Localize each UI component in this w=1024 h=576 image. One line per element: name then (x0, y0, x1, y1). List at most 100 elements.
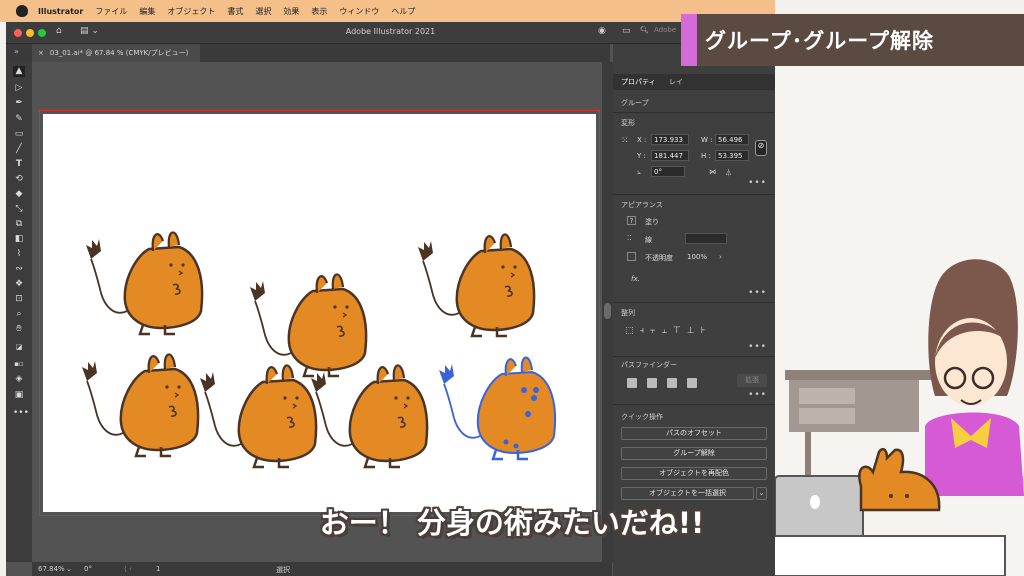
hand-tool-icon[interactable]: ✋︎ (13, 324, 25, 335)
artwork (80, 231, 557, 469)
artboard-number-field[interactable]: 1 (156, 565, 160, 573)
creature[interactable] (248, 273, 368, 378)
width-tool-icon[interactable]: ⧉ (13, 219, 25, 230)
selection-type-label: グループ (621, 99, 649, 107)
menu-select[interactable]: 選択 (255, 6, 271, 17)
share-icon[interactable]: ◉ (598, 26, 606, 39)
screen-mode-icon[interactable]: ▣ (13, 390, 25, 401)
y-field[interactable]: 181.447 (651, 150, 689, 161)
fill-swatch[interactable]: ? (627, 216, 636, 225)
fill-stroke-swatch-icon[interactable]: ◪ (13, 342, 25, 353)
exclude-icon[interactable] (687, 378, 697, 388)
opacity-label: 不透明度 (645, 254, 673, 262)
close-tab-icon[interactable]: × (38, 49, 44, 57)
eyedropper-tool-icon[interactable]: ⌇ (13, 249, 25, 260)
creature[interactable] (309, 364, 429, 469)
menu-object[interactable]: オブジェクト (167, 6, 215, 17)
minus-front-icon[interactable] (647, 378, 657, 388)
eraser-tool-icon[interactable]: ◆ (13, 189, 25, 200)
zoom-level-field[interactable]: 67.84% (38, 565, 65, 573)
flip-vertical-icon[interactable]: ⏃ (725, 168, 732, 178)
y-label: Y : (637, 152, 646, 160)
w-label: W : (701, 136, 713, 144)
select-same-button[interactable]: オブジェクトを一括選択 (621, 487, 754, 500)
more-tools-icon[interactable]: ••• (13, 408, 29, 419)
direct-selection-tool-icon[interactable]: ▷ (13, 83, 25, 94)
menu-file[interactable]: ファイル (95, 6, 127, 17)
opacity-field[interactable]: 100% (687, 253, 707, 261)
panel-collapse-icon[interactable]: » (14, 47, 19, 56)
angle-field[interactable]: 0° (651, 166, 685, 177)
artboard[interactable] (39, 110, 600, 516)
creature[interactable] (416, 233, 536, 338)
creature[interactable] (198, 364, 318, 469)
align-buttons[interactable]: ⬚⫞⫟⫠⊤⊥⊦ (625, 326, 711, 336)
artboard-tool-icon[interactable]: ⊡ (13, 294, 25, 305)
ungroup-button[interactable]: グループ解除 (621, 447, 767, 460)
zoom-dropdown-icon[interactable]: ⌄ (66, 565, 72, 573)
opacity-arrow-icon[interactable]: › (719, 253, 722, 261)
select-same-dropdown-icon[interactable]: ⌄ (756, 487, 767, 500)
creature[interactable] (80, 353, 200, 458)
reference-point-icon[interactable]: ⁙ (621, 136, 629, 146)
x-field[interactable]: 173.933 (651, 134, 689, 145)
panel-tabs: プロパティ レイ (613, 74, 775, 90)
menu-app-name[interactable]: Illustrator (38, 7, 83, 16)
menu-effect[interactable]: 効果 (283, 6, 299, 17)
more-icon[interactable]: ••• (748, 288, 767, 298)
artboard-nav-icon[interactable]: ⟨ ‹ (124, 565, 132, 573)
more-icon[interactable]: ••• (748, 390, 767, 400)
curvature-tool-icon[interactable]: ✎ (13, 114, 25, 125)
document-tab[interactable]: × 03_01.ai* @ 67.84 % (CMYK/プレビュー) (32, 44, 200, 62)
vertical-scrollbar[interactable] (602, 62, 613, 562)
scrollbar-thumb[interactable] (604, 303, 611, 319)
document-tab-label: 03_01.ai* @ 67.84 % (CMYK/プレビュー) (49, 49, 189, 57)
drawing-mode-icon[interactable]: ◈ (13, 374, 25, 385)
menu-view[interactable]: 表示 (311, 6, 327, 17)
selected-creature-group[interactable] (439, 356, 557, 461)
unite-icon[interactable] (627, 378, 637, 388)
rectangle-tool-icon[interactable]: ▭ (13, 129, 25, 140)
more-icon[interactable]: ••• (748, 178, 767, 188)
menu-type[interactable]: 書式 (227, 6, 243, 17)
more-icon[interactable]: ••• (748, 342, 767, 352)
search-icon[interactable]: 🔍︎ (640, 26, 649, 39)
gradient-tool-icon[interactable]: ◧ (13, 234, 25, 245)
search-input[interactable]: Adobe (654, 26, 676, 39)
symbol-tool-icon[interactable]: ❖ (13, 279, 25, 290)
rotation-field[interactable]: 0° (84, 565, 92, 573)
zoom-tool-icon[interactable]: ⌕ (13, 309, 25, 320)
subtitle-caption: おー！ 分身の術みたいだね!! (319, 506, 705, 540)
fx-icon[interactable]: fx. (631, 275, 640, 283)
paintbrush-tool-icon[interactable]: ╱ (13, 144, 25, 155)
stroke-weight-field[interactable] (685, 233, 727, 244)
tab-layers[interactable]: レイ (669, 77, 683, 87)
stroke-swatch[interactable]: ⁚⁚ (627, 234, 631, 242)
selection-tool-icon[interactable]: ▲ (13, 66, 25, 77)
recolor-button[interactable]: オブジェクトを再配色 (621, 467, 767, 480)
expand-button[interactable]: 拡張 (737, 374, 767, 387)
h-field[interactable]: 53.395 (715, 150, 749, 161)
offset-path-button[interactable]: パスのオフセット (621, 427, 767, 440)
color-mode-icon[interactable]: ▪▫ (13, 359, 25, 370)
quick-actions-heading: クイック操作 (621, 413, 663, 421)
tools-panel: ▲ ▷ ✒ ✎ ▭ ╱ T ⟲ ◆ ⤡ ⧉ ◧ ⌇ ∾ ❖ ⊡ ⌕ ✋︎ ◪ ▪… (6, 62, 32, 562)
canvas-area[interactable] (32, 62, 602, 562)
panel-toggle-icon[interactable]: ▭ (622, 26, 631, 39)
intersect-icon[interactable] (667, 378, 677, 388)
pen-tool-icon[interactable]: ✒ (13, 98, 25, 109)
creature[interactable] (84, 231, 204, 336)
tab-properties[interactable]: プロパティ (621, 77, 656, 87)
menu-window[interactable]: ウィンドウ (339, 6, 379, 17)
scale-tool-icon[interactable]: ⤡ (13, 204, 25, 215)
flip-horizontal-icon[interactable]: ⋈ (709, 168, 716, 176)
type-tool-icon[interactable]: T (13, 159, 25, 170)
menu-edit[interactable]: 編集 (139, 6, 155, 17)
link-icon[interactable]: ⊘ (755, 140, 767, 156)
menu-help[interactable]: ヘルプ (391, 6, 415, 17)
blend-tool-icon[interactable]: ∾ (13, 264, 25, 275)
apple-icon[interactable] (16, 5, 28, 17)
appearance-heading: アピアランス (621, 201, 663, 209)
w-field[interactable]: 56.496 (715, 134, 749, 145)
rotate-tool-icon[interactable]: ⟲ (13, 174, 25, 185)
